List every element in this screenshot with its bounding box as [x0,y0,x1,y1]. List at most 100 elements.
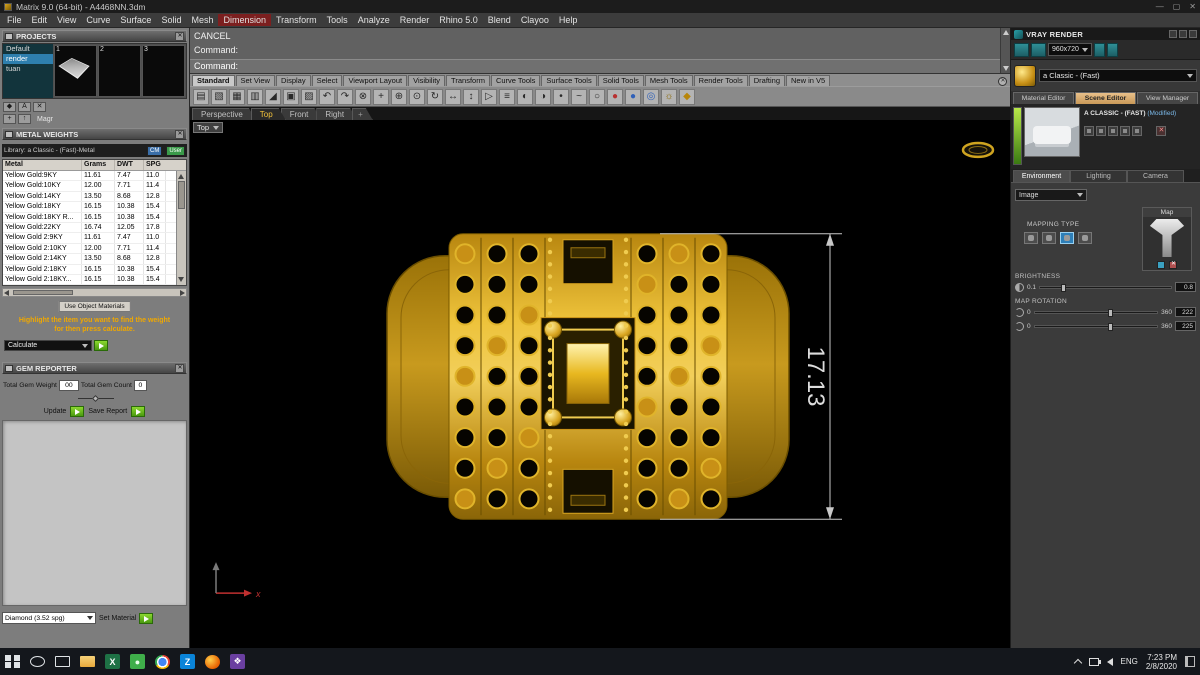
metal-row[interactable]: Yellow Gold:14KY 13.50 8.68 12.8 [3,191,176,203]
metal-table-hscrollbar[interactable] [2,288,187,297]
gem-material-dropdown[interactable]: Diamond (3.52 spg) [2,612,96,624]
pan-icon[interactable]: ↔ [445,88,461,105]
vray-material-dropdown[interactable]: a Classic - (Fast) [1039,69,1197,82]
column-header-spg[interactable]: SPG [144,160,166,170]
spherical-map-icon[interactable] [1042,232,1056,244]
metal-table-scrollbar[interactable] [176,171,186,285]
menu-mesh[interactable]: Mesh [186,14,218,26]
viewport-slot-3[interactable]: 3 [142,45,185,97]
column-header-dwt[interactable]: DWT [115,160,144,170]
excel-icon[interactable]: X [100,648,125,675]
viewport-slot-2[interactable]: 2 [98,45,141,97]
scroll-left-icon[interactable] [4,290,9,296]
brightness-slider[interactable] [1039,283,1172,292]
viewport-new-tab-button[interactable]: + [352,108,373,120]
close-button[interactable]: ✕ [1189,2,1196,11]
zoom-in-icon[interactable]: ⊕ [391,88,407,105]
chrome-icon[interactable] [150,648,175,675]
toolbar-tab-curve-tools[interactable]: Curve Tools [490,75,541,86]
project-item-tuan[interactable]: tuan [3,64,53,74]
language-indicator[interactable]: ENG [1121,657,1138,666]
paste-icon[interactable]: ▨ [301,88,317,105]
metal-row[interactable]: Yellow Gold 2:14KY 13.50 8.68 12.8 [3,254,176,265]
toolbar-tab-surface-tools[interactable]: Surface Tools [541,75,597,86]
projects-close-icon[interactable] [175,31,184,41]
cylindrical-map-icon[interactable] [1060,232,1074,244]
brightness-knob[interactable] [1060,283,1066,292]
project-item-render[interactable]: render [3,54,53,64]
metal-row[interactable]: Yellow Gold 2:9KY 11.61 7.47 11.0 [3,233,176,244]
rotation-value-2[interactable]: 225 [1175,321,1196,331]
menu-analyze[interactable]: Analyze [353,14,395,26]
project-item-default[interactable]: Default [3,44,53,54]
rotate-view-icon[interactable]: ↻ [427,88,443,105]
menu-view[interactable]: View [52,14,81,26]
sun-icon[interactable]: ☼ [661,88,677,105]
open-file-icon[interactable]: ▧ [211,88,227,105]
project-add-button-0[interactable]: + [3,114,16,124]
vray-prev-button[interactable] [1093,42,1105,57]
toolbar-tab-drafting[interactable]: Drafting [748,75,785,86]
rotation-knob-2[interactable] [1108,322,1114,331]
matrix-app-icon[interactable]: ❖ [225,648,250,675]
layers-icon[interactable]: ≡ [499,88,515,105]
toolbar-tab-standard[interactable]: Standard [192,75,235,86]
undo-icon[interactable]: ↶ [319,88,335,105]
update-button[interactable]: Update [44,408,67,415]
vray-render-button[interactable] [1014,42,1029,57]
command-prompt[interactable]: Command: [190,59,1000,73]
menu-surface[interactable]: Surface [115,14,156,26]
save-report-go-button[interactable] [131,406,146,417]
metal-row[interactable]: Yellow Gold 2:10KY 12.00 7.71 11.4 [3,243,176,255]
menu-rhino-5-0[interactable]: Rhino 5.0 [434,14,483,26]
viewport-view-dropdown[interactable]: Top [193,122,224,133]
vray-subtab-lighting[interactable]: Lighting [1070,170,1127,182]
vray-rt-render-button[interactable] [1031,42,1046,57]
scroll-up-icon[interactable] [1003,30,1009,35]
rotation-value-1[interactable]: 222 [1175,307,1196,317]
file-explorer-icon[interactable] [75,648,100,675]
menu-file[interactable]: File [2,14,27,26]
toolbar-tab-render-tools[interactable]: Render Tools [693,75,748,86]
toolbar-tab-visibility[interactable]: Visibility [408,75,446,86]
metal-row[interactable]: Yellow Gold:18KY 16.15 10.38 15.4 [3,202,176,213]
vray-tab-scene-editor[interactable]: Scene Editor [1075,92,1136,104]
metal-weights-close-icon[interactable] [175,129,184,139]
ring-model[interactable] [386,233,790,520]
search-button[interactable] [25,648,50,675]
user-toggle-button[interactable]: User [166,145,185,156]
messenger-icon[interactable]: ● [125,648,150,675]
project-tool-button-1[interactable]: A [18,102,31,112]
viewport-canvas[interactable]: 17.13 x [190,120,1010,648]
menu-transform[interactable]: Transform [271,14,322,26]
cut-icon[interactable]: ◢ [265,88,281,105]
curve-icon[interactable]: ~ [571,88,587,105]
save-report-button[interactable]: Save Report [88,408,127,415]
calculate-dropdown[interactable]: Calculate [4,340,92,351]
volume-icon[interactable] [1097,657,1113,666]
planar-map-icon[interactable] [1078,232,1092,244]
panel-gear-icon[interactable] [1179,30,1187,38]
resolution-dropdown[interactable]: 960x720 [1048,43,1092,56]
set-material-go-button[interactable] [139,612,154,624]
menu-edit[interactable]: Edit [27,14,53,26]
material-list-icon[interactable] [1084,126,1094,136]
map-remove-icon[interactable] [1169,260,1177,269]
vray-tab-view-manager[interactable]: View Manager [1137,92,1198,104]
render-blue-sphere-icon[interactable]: ● [625,88,641,105]
hidden-icons-chevron[interactable] [1073,658,1082,668]
edit-material-icon[interactable] [1120,126,1130,136]
viewport-tab-perspective[interactable]: Perspective [192,108,256,120]
panel-close-icon[interactable] [1189,30,1197,38]
zoom-extents-icon[interactable]: ⊙ [409,88,425,105]
minimize-button[interactable]: — [1156,2,1164,11]
material-icon[interactable]: ◆ [679,88,695,105]
command-scrollbar[interactable] [1000,28,1010,73]
menu-render[interactable]: Render [395,14,435,26]
close-preview-icon[interactable] [1156,126,1166,136]
move-icon[interactable]: + [373,88,389,105]
total-gem-weight-value[interactable]: 00 [58,380,79,391]
toolbar-tab-display[interactable]: Display [275,75,311,86]
grid-view-icon[interactable] [1096,126,1106,136]
start-button[interactable] [0,648,25,675]
